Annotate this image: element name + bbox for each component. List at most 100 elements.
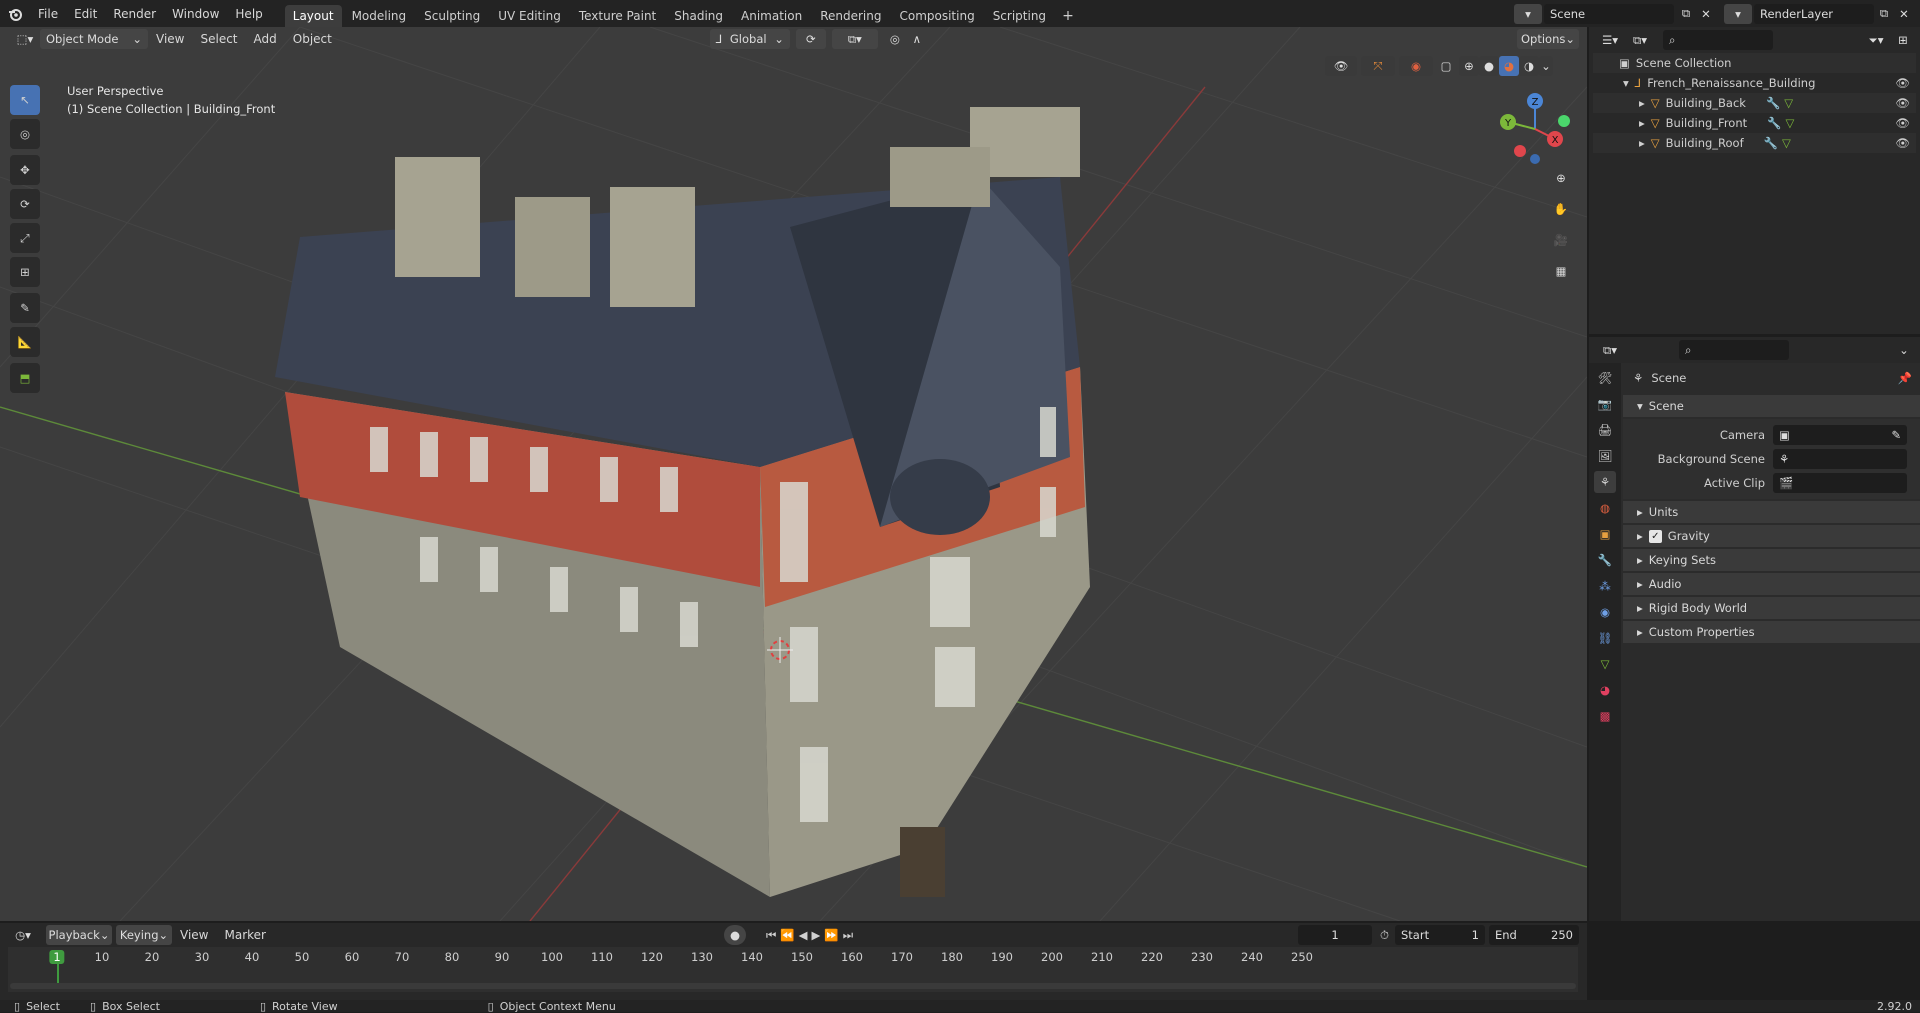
texture-tab-icon[interactable]: ▩ xyxy=(1594,705,1616,727)
gravity-checkbox[interactable]: ✓ xyxy=(1648,529,1662,543)
chevron-down-icon[interactable]: ⌄ xyxy=(1894,340,1914,360)
material-shading-icon[interactable]: ◕ xyxy=(1499,56,1519,76)
play-reverse-icon[interactable]: ◀ xyxy=(799,928,808,942)
view-layer-tab-icon[interactable]: 🖼 xyxy=(1594,445,1616,467)
editor-type-icon[interactable]: ⬚▾ xyxy=(10,29,40,49)
menu-help[interactable]: Help xyxy=(227,7,270,21)
building-model[interactable] xyxy=(275,107,1090,897)
rotate-tool-icon[interactable]: ⟳ xyxy=(10,189,40,219)
overlays-icon[interactable]: ◉ xyxy=(1399,56,1433,76)
wireframe-shading-icon[interactable]: ⊕ xyxy=(1459,56,1479,76)
jump-start-icon[interactable]: ⏮ xyxy=(766,928,776,943)
add-cube-tool-icon[interactable]: ⬒ xyxy=(10,363,40,393)
mesh-data-tab-icon[interactable]: ▽ xyxy=(1594,653,1616,675)
expand-arrow-icon[interactable]: ▸ xyxy=(1639,96,1645,110)
jump-end-icon[interactable]: ⏭ xyxy=(843,928,853,943)
menu-object[interactable]: Object xyxy=(285,32,340,46)
transform-tool-icon[interactable]: ⊞ xyxy=(10,257,40,287)
jump-keyframe-back-icon[interactable]: ⏪ xyxy=(780,928,794,942)
timeline-scrollbar[interactable] xyxy=(10,983,1576,989)
audio-panel-header[interactable]: ▸ Audio xyxy=(1623,573,1920,595)
eye-icon[interactable]: 👁 xyxy=(1895,136,1910,150)
solid-shading-icon[interactable]: ● xyxy=(1479,56,1499,76)
jump-keyframe-forward-icon[interactable]: ⏩ xyxy=(824,928,838,942)
scene-panel-header[interactable]: ▾ Scene xyxy=(1623,395,1920,417)
eye-icon[interactable]: 👁 xyxy=(1895,116,1910,130)
proportional-edit-icon[interactable]: ◎ xyxy=(884,29,906,49)
scene-tab-icon[interactable]: ⚘ xyxy=(1594,471,1616,493)
tab-modeling[interactable]: Modeling xyxy=(344,5,415,27)
object-tab-icon[interactable]: ▣ xyxy=(1594,523,1616,545)
snap-icon[interactable]: ⧉▾ xyxy=(831,29,878,49)
current-frame-field[interactable]: 1 xyxy=(1298,925,1373,945)
tree-row-scene-collection[interactable]: ▣ Scene Collection xyxy=(1593,53,1916,73)
record-icon[interactable]: ● xyxy=(723,925,746,945)
modifier-tab-icon[interactable]: 🔧 xyxy=(1594,549,1616,571)
background-scene-field[interactable]: ⚘ xyxy=(1773,449,1907,469)
constraints-tab-icon[interactable]: ⛓ xyxy=(1594,627,1616,649)
delete-view-layer-icon[interactable]: ✕ xyxy=(1894,4,1914,24)
xray-icon[interactable]: ▢ xyxy=(1437,56,1455,76)
menu-view[interactable]: View xyxy=(172,928,216,942)
tab-shading[interactable]: Shading xyxy=(666,5,731,27)
tree-row-building-back[interactable]: ▸ ▽ Building_Back 🔧 ▽ 👁 xyxy=(1593,93,1916,113)
rigid-body-panel-header[interactable]: ▸ Rigid Body World xyxy=(1623,597,1920,619)
render-tab-icon[interactable]: 📷 xyxy=(1594,393,1616,415)
tool-tab-icon[interactable]: 🛠 xyxy=(1594,367,1616,389)
new-collection-icon[interactable]: ⊞ xyxy=(1892,30,1914,50)
navigation-gizmo[interactable]: Z X Y xyxy=(1490,89,1570,169)
menu-file[interactable]: File xyxy=(30,7,66,21)
pin-icon[interactable]: 📌 xyxy=(1898,371,1912,385)
tree-row-collection[interactable]: ▾ ⅃ French_Renaissance_Building 👁 xyxy=(1593,73,1916,93)
zoom-icon[interactable]: ⊕ xyxy=(1548,165,1574,191)
eyedropper-icon[interactable]: ✎ xyxy=(1891,428,1901,442)
scale-tool-icon[interactable]: ⤢ xyxy=(10,223,40,253)
tab-animation[interactable]: Animation xyxy=(733,5,810,27)
rendered-shading-icon[interactable]: ◑ xyxy=(1519,56,1539,76)
expand-arrow-icon[interactable]: ▸ xyxy=(1639,116,1645,130)
annotate-tool-icon[interactable]: ✎ xyxy=(10,293,40,323)
display-mode-icon[interactable]: ⧉▾ xyxy=(1625,30,1655,50)
gravity-panel-header[interactable]: ▸ ✓ Gravity xyxy=(1623,525,1920,547)
tree-row-building-front[interactable]: ▸ ▽ Building_Front 🔧 ▽ 👁 xyxy=(1593,113,1916,133)
menu-window[interactable]: Window xyxy=(164,7,227,21)
clock-icon[interactable]: ⏱ xyxy=(1380,928,1389,943)
falloff-icon[interactable]: ∧ xyxy=(906,29,928,49)
new-view-layer-icon[interactable]: ⧉ xyxy=(1874,4,1894,24)
add-workspace-button[interactable]: + xyxy=(1056,6,1080,26)
delete-scene-icon[interactable]: ✕ xyxy=(1696,4,1716,24)
cursor-tool-icon[interactable]: ◎ xyxy=(10,119,40,149)
output-tab-icon[interactable]: 🖨 xyxy=(1594,419,1616,441)
blender-logo-icon[interactable] xyxy=(0,6,30,22)
measure-tool-icon[interactable]: 📐 xyxy=(10,327,40,357)
gizmo-toggle-icon[interactable]: ⤧ xyxy=(1361,56,1395,76)
tab-uv-editing[interactable]: UV Editing xyxy=(490,5,569,27)
pivot-icon[interactable]: ⟳ xyxy=(795,29,826,49)
editor-type-icon[interactable]: ☰▾ xyxy=(1595,30,1625,50)
tab-scripting[interactable]: Scripting xyxy=(985,5,1054,27)
active-clip-field[interactable]: 🎬 xyxy=(1773,473,1907,493)
eye-icon[interactable]: 👁 xyxy=(1895,96,1910,110)
menu-add[interactable]: Add xyxy=(246,32,285,46)
menu-select[interactable]: Select xyxy=(192,32,245,46)
scene-browse-icon[interactable]: ▾ xyxy=(1514,3,1542,24)
editor-type-icon[interactable]: ⧉▾ xyxy=(1595,340,1625,360)
eye-icon[interactable]: 👁 xyxy=(1895,76,1910,90)
3d-viewport[interactable]: ⬚▾ Object Mode ⌄ View Select Add Object ⅃… xyxy=(0,27,1587,921)
options-dropdown[interactable]: Options ⌄ xyxy=(1517,29,1579,49)
menu-render[interactable]: Render xyxy=(105,7,164,21)
mode-selector[interactable]: Object Mode ⌄ xyxy=(40,29,148,49)
expand-arrow-icon[interactable]: ▾ xyxy=(1623,76,1629,90)
editor-type-icon[interactable]: ◷▾ xyxy=(8,925,38,945)
new-scene-icon[interactable]: ⧉ xyxy=(1676,4,1696,24)
select-box-tool-icon[interactable]: ↖ xyxy=(10,85,40,115)
outliner-search-input[interactable]: ⌕ xyxy=(1663,30,1773,50)
end-frame-field[interactable]: End 250 xyxy=(1489,925,1579,945)
tab-texture-paint[interactable]: Texture Paint xyxy=(571,5,664,27)
filter-icon[interactable]: ⏷▾ xyxy=(1860,30,1892,50)
physics-tab-icon[interactable]: ◉ xyxy=(1594,601,1616,623)
move-tool-icon[interactable]: ✥ xyxy=(10,155,40,185)
view-layer-browse-icon[interactable]: ▾ xyxy=(1724,3,1752,24)
tab-rendering[interactable]: Rendering xyxy=(812,5,889,27)
menu-marker[interactable]: Marker xyxy=(216,928,273,942)
